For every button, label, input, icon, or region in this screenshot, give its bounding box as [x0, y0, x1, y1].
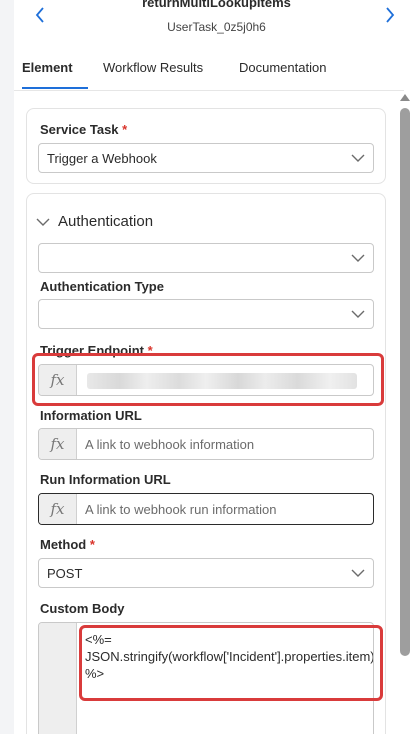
active-tab-indicator [22, 87, 88, 89]
chevron-down-icon [351, 254, 365, 262]
method-value: POST [47, 566, 83, 581]
information-url-field[interactable]: fx A link to webhook information [38, 428, 374, 460]
panel-header: returnMultiLookupItems UserTask_0z5j0h6 [14, 0, 419, 48]
chevron-down-icon [351, 569, 365, 577]
custom-body-label: Custom Body [40, 601, 125, 616]
fx-icon[interactable]: fx [39, 494, 77, 524]
service-task-label: Service Task * [40, 122, 128, 137]
fx-icon[interactable]: fx [39, 429, 77, 459]
service-task-value: Trigger a Webhook [47, 151, 157, 166]
tab-workflow-results[interactable]: Workflow Results [103, 60, 203, 75]
authentication-toggle[interactable]: Authentication [58, 213, 153, 230]
scroll-thumb[interactable] [400, 108, 410, 656]
run-information-url-input[interactable]: A link to webhook run information [85, 502, 277, 517]
chevron-down-icon [351, 154, 365, 162]
run-information-url-field[interactable]: fx A link to webhook run information [38, 493, 374, 525]
authentication-type-select[interactable] [38, 299, 374, 329]
authentication-type-label: Authentication Type [40, 279, 164, 294]
scroll-up-arrow-icon[interactable] [400, 94, 410, 101]
scrollbar[interactable] [398, 92, 412, 734]
tab-element[interactable]: Element [22, 60, 73, 75]
authentication-select[interactable] [38, 243, 374, 273]
element-title: returnMultiLookupItems [142, 0, 291, 10]
left-panel-edge [0, 0, 14, 734]
method-label: Method * [40, 537, 95, 552]
element-id: UserTask_0z5j0h6 [167, 20, 266, 34]
chevron-down-icon[interactable] [36, 217, 50, 227]
service-task-select[interactable]: Trigger a Webhook [38, 143, 374, 173]
highlight-box [32, 353, 384, 406]
chevron-right-icon[interactable] [380, 4, 400, 26]
tab-bar: Element Workflow Results Documentation [14, 50, 404, 90]
information-url-input[interactable]: A link to webhook information [85, 437, 254, 452]
method-select[interactable]: POST [38, 558, 374, 588]
highlight-box [79, 625, 383, 701]
information-url-label: Information URL [40, 408, 142, 423]
tab-divider [14, 90, 404, 91]
editor-gutter [39, 623, 77, 734]
chevron-down-icon [351, 310, 365, 318]
tab-documentation[interactable]: Documentation [239, 60, 326, 75]
run-information-url-label: Run Information URL [40, 472, 171, 487]
